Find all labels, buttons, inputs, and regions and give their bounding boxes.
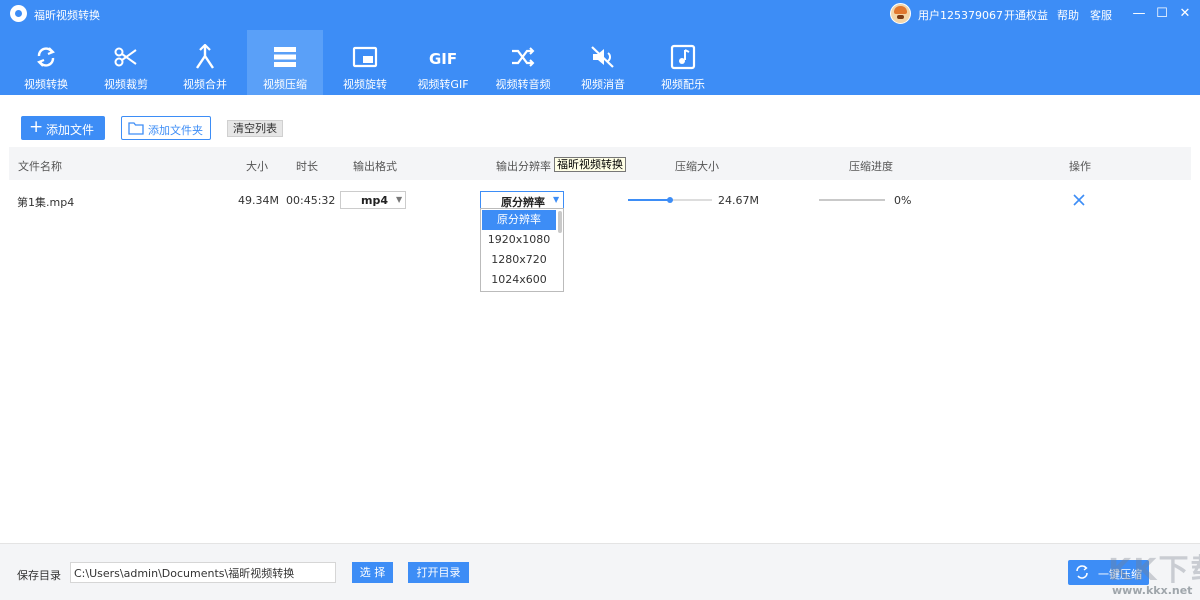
add-file-label: 添加文件 [46, 123, 95, 137]
slider-fill [628, 199, 670, 201]
add-folder-button[interactable]: 添加文件夹 [121, 116, 211, 140]
watermark-logo: KK下载 [1108, 553, 1200, 588]
tool-label: 视频压缩 [263, 78, 307, 91]
file-duration: 00:45:32 [286, 194, 336, 207]
tool-label: 视频旋转 [343, 78, 387, 91]
header-compress-progress: 压缩进度 [849, 160, 893, 173]
open-directory-button[interactable]: 打开目录 [408, 562, 469, 583]
user-name[interactable]: 用户125379067 [918, 7, 1003, 23]
format-value: mp4 [361, 194, 388, 207]
rotate-icon [37, 47, 55, 67]
rotate-screen-icon [352, 46, 378, 68]
header-output-resolution: 输出分辨率 [496, 160, 551, 173]
title-bar: 福昕视频转换 用户125379067 开通权益 帮助 客服 — ☐ ✕ [0, 0, 1200, 28]
help-link[interactable]: 帮助 [1057, 7, 1079, 23]
tool-video-rotate[interactable]: 视频旋转 [327, 30, 403, 95]
refresh-icon [1076, 565, 1088, 579]
tool-video-to-gif[interactable]: GIF 视频转GIF [405, 30, 481, 95]
dropdown-scrollbar[interactable] [558, 211, 562, 233]
dropdown-option[interactable]: 1024x600 [482, 270, 556, 290]
tooltip: 福昕视频转换 [554, 157, 626, 172]
slider-handle[interactable] [667, 197, 673, 203]
tool-label: 视频转GIF [417, 78, 469, 91]
shuffle-icon [512, 47, 535, 67]
clear-list-button[interactable]: 清空列表 [227, 120, 283, 137]
dropdown-option[interactable]: 原分辨率 [482, 210, 556, 230]
compress-size-value: 24.67M [718, 194, 759, 207]
compress-size-slider[interactable] [628, 197, 712, 203]
compress-icon [274, 47, 296, 67]
folder-icon [128, 122, 144, 135]
scissors-icon [114, 47, 137, 67]
tool-label: 视频合并 [183, 78, 227, 91]
resolution-dropdown: 原分辨率 1920x1080 1280x720 1024x600 [480, 208, 564, 292]
tool-label: 视频转换 [24, 78, 68, 91]
header-action: 操作 [1069, 160, 1091, 173]
tool-video-mute[interactable]: 视频消音 [565, 30, 641, 95]
merge-icon [196, 44, 214, 69]
add-file-button[interactable]: + 添加文件 [21, 116, 105, 140]
open-benefits-link[interactable]: 开通权益 [1004, 7, 1048, 23]
resolution-select[interactable]: 原分辨率 ▼ [480, 191, 564, 209]
header-duration: 时长 [296, 160, 318, 173]
format-select[interactable]: mp4 ▼ [340, 191, 406, 209]
watermark-url: www.kkx.net [1112, 584, 1193, 597]
minimize-button[interactable]: — [1128, 3, 1150, 25]
add-folder-label: 添加文件夹 [148, 124, 203, 137]
file-size: 49.34M [238, 194, 279, 207]
music-icon [670, 44, 696, 70]
close-button[interactable]: ✕ [1174, 3, 1196, 25]
save-path-input[interactable] [70, 562, 336, 583]
app-logo-icon [10, 5, 27, 22]
dropdown-option[interactable]: 1280x720 [482, 250, 556, 270]
tool-video-to-audio[interactable]: 视频转音频 [485, 30, 561, 95]
maximize-button[interactable]: ☐ [1151, 3, 1173, 25]
tool-label: 视频转音频 [495, 78, 551, 91]
file-name: 第1集.mp4 [17, 196, 75, 209]
tool-video-merge[interactable]: 视频合并 [167, 30, 243, 95]
user-avatar[interactable] [890, 3, 911, 24]
dropdown-option[interactable]: 1920x1080 [482, 230, 556, 250]
tool-label: 视频裁剪 [104, 78, 148, 91]
tool-label: 视频配乐 [661, 78, 705, 91]
tool-video-convert[interactable]: 视频转换 [8, 30, 84, 95]
chevron-down-icon: ▼ [553, 195, 560, 204]
tool-label: 视频消音 [581, 78, 625, 91]
header-output-format: 输出格式 [353, 160, 397, 173]
mute-icon [591, 46, 614, 68]
choose-button[interactable]: 选 择 [352, 562, 393, 583]
plus-icon: + [29, 117, 44, 137]
progress-percent: 0% [894, 194, 912, 207]
delete-icon[interactable] [1072, 193, 1086, 207]
support-link[interactable]: 客服 [1090, 7, 1112, 23]
header-compress-size: 压缩大小 [675, 160, 719, 173]
app-title: 福昕视频转换 [34, 9, 100, 22]
chevron-down-icon: ▼ [396, 195, 403, 204]
save-directory-label: 保存目录 [17, 569, 61, 582]
svg-text:GIF: GIF [429, 50, 457, 68]
top-bar: 福昕视频转换 用户125379067 开通权益 帮助 客服 — ☐ ✕ 视频转换… [0, 0, 1200, 95]
header-size: 大小 [246, 160, 268, 173]
header-file-name: 文件名称 [18, 160, 62, 173]
tool-video-crop[interactable]: 视频裁剪 [88, 30, 164, 95]
tool-video-compress[interactable]: 视频压缩 [247, 30, 323, 95]
gif-icon: GIF [429, 50, 457, 68]
progress-bar [819, 199, 885, 201]
tool-video-music[interactable]: 视频配乐 [645, 30, 721, 95]
